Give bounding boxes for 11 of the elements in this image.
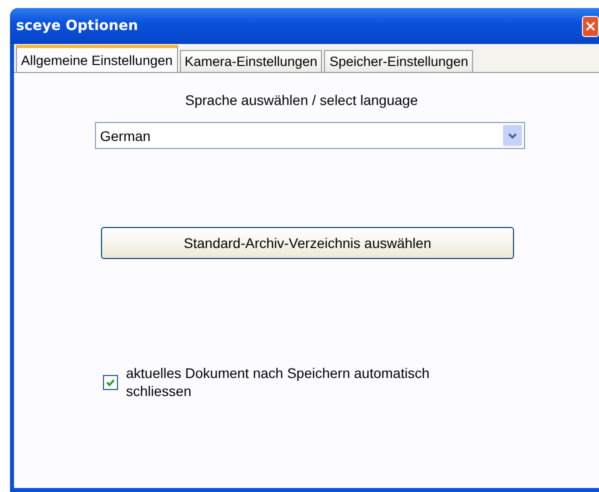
archive-folder-button[interactable]: Standard-Archiv-Verzeichnis auswählen [101,227,514,259]
auto-close-checkbox[interactable] [103,374,118,390]
language-dropdown[interactable]: German [95,122,525,149]
tab[interactable]: Speicher-Einstellungen [324,50,474,72]
language-label: Sprache auswählen / select language [184,92,419,108]
tab[interactable]: Kamera-Einstellungen [180,50,322,72]
tab[interactable]: Allgemeine Einstellungen [16,45,178,72]
window-title: sceye Optionen [16,18,138,34]
auto-close-label: aktuelles Dokument nach Speichern automatisch schliessen [126,364,431,400]
dropdown-arrow-icon[interactable] [503,125,522,146]
close-button[interactable]: × [582,16,599,36]
